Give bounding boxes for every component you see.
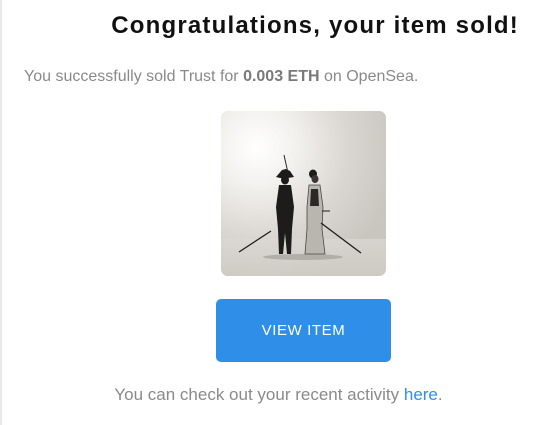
nft-artwork-illustration: [221, 111, 386, 276]
activity-link[interactable]: here: [404, 385, 438, 404]
sale-message-prefix: You successfully sold Trust for: [24, 68, 244, 85]
page-title: Congratulations, your item sold!: [111, 12, 519, 39]
sale-message: You successfully sold Trust for 0.003 ET…: [24, 68, 418, 86]
left-border: [0, 0, 2, 425]
activity-message-suffix: .: [437, 385, 443, 404]
sale-message-suffix: on OpenSea.: [319, 68, 419, 85]
activity-message: You can check out your recent activity h…: [0, 385, 557, 405]
nft-artwork-image: [221, 111, 386, 276]
sale-price: 0.003 ETH: [243, 68, 320, 85]
view-item-button[interactable]: VIEW ITEM: [216, 299, 391, 362]
activity-message-prefix: You can check out your recent activity: [114, 385, 404, 404]
